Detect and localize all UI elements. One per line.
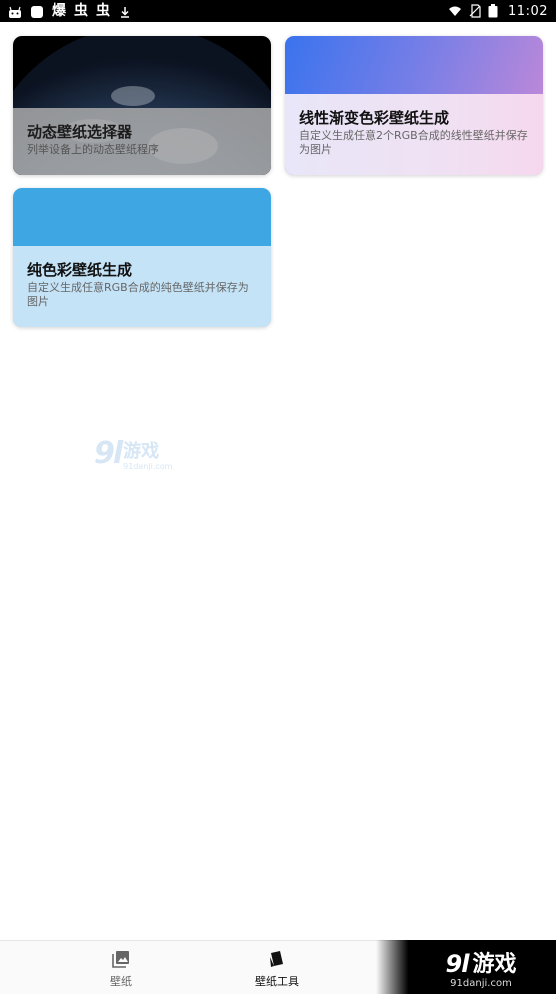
wifi-icon [448, 4, 462, 18]
status-glyph: 爆 [52, 3, 66, 19]
status-glyph: 虫 [96, 3, 110, 19]
nav-tab-wallpaper[interactable]: 壁纸 [71, 949, 171, 991]
card-description: 列举设备上的动态壁纸程序 [27, 143, 159, 156]
card-text-panel: 线性渐变色彩壁纸生成 自定义生成任意2个RGB合成的线性壁纸并保存为图片 [285, 94, 543, 175]
tools-icon [267, 949, 287, 969]
gradient-wallpaper-card[interactable]: 线性渐变色彩壁纸生成 自定义生成任意2个RGB合成的线性壁纸并保存为图片 [285, 36, 543, 175]
card-title: 线性渐变色彩壁纸生成 [299, 109, 450, 127]
card-description: 自定义生成任意2个RGB合成的线性壁纸并保存为图片 [299, 129, 528, 156]
solid-color-wallpaper-card[interactable]: 纯色彩壁纸生成 自定义生成任意RGB合成的纯色壁纸并保存为图片 [13, 188, 271, 327]
nav-label: 壁纸工具 [255, 975, 299, 988]
corner-watermark: 9l 游戏 91danji.com [376, 940, 556, 994]
no-sim-icon [468, 4, 482, 18]
watermark-name: 游戏 [123, 441, 160, 462]
live-wallpaper-card[interactable]: 动态壁纸选择器 列举设备上的动态壁纸程序 [13, 36, 271, 175]
android-icon [8, 4, 22, 18]
card-title: 纯色彩壁纸生成 [27, 261, 133, 279]
battery-icon [488, 4, 502, 18]
watermark-domain: 91danji.com [123, 462, 173, 471]
app-square-icon [30, 4, 44, 18]
download-icon [118, 4, 132, 18]
nav-tab-wallpaper-tools[interactable]: 壁纸工具 [227, 949, 327, 991]
corner-logo-name: 游戏 [472, 951, 517, 977]
status-bar: 爆 虫 虫 11:02 [0, 0, 556, 22]
clock: 11:02 [508, 3, 548, 19]
card-title: 动态壁纸选择器 [27, 123, 133, 141]
corner-logo-domain: 91danji.com [450, 977, 512, 989]
status-glyph: 虫 [74, 3, 88, 19]
card-text-panel: 动态壁纸选择器 列举设备上的动态壁纸程序 [13, 108, 271, 175]
corner-logo-number: 9l [445, 949, 470, 978]
watermark-number: 9l [94, 436, 123, 471]
card-text-panel: 纯色彩壁纸生成 自定义生成任意RGB合成的纯色壁纸并保存为图片 [13, 246, 271, 327]
nav-label: 壁纸 [110, 975, 132, 988]
watermark-logo: 9l 游戏 91danji.com [94, 436, 172, 471]
card-description: 自定义生成任意RGB合成的纯色壁纸并保存为图片 [27, 281, 249, 308]
image-gallery-icon [111, 949, 131, 969]
